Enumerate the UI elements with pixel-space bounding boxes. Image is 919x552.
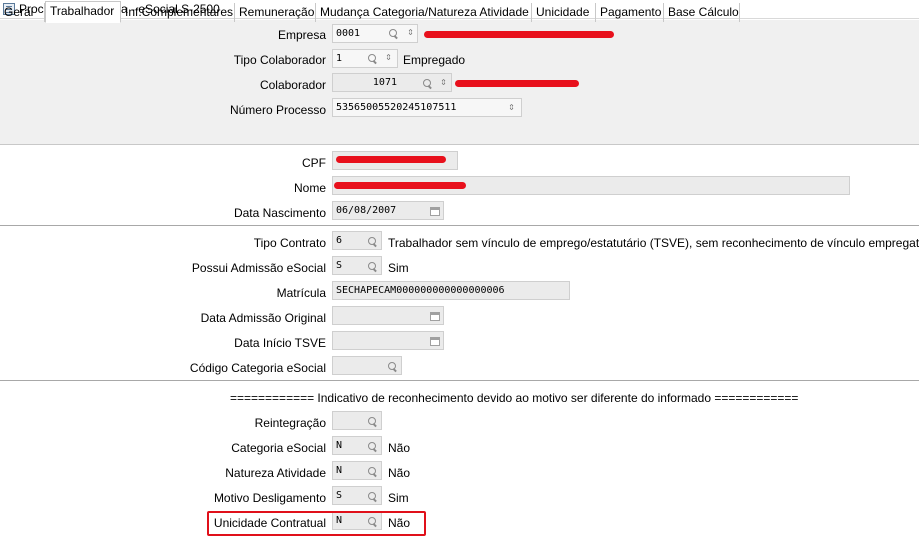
categoria-esocial-search-icon[interactable]	[368, 442, 377, 451]
natureza-atividade-search-icon[interactable]	[368, 467, 377, 476]
numero-processo-value: 53565005520245107511	[336, 102, 457, 113]
tab-trabalhador[interactable]: Trabalhador	[45, 1, 121, 23]
empresa-search-icon[interactable]	[389, 29, 398, 38]
tipo-colaborador-description: Empregado	[403, 53, 466, 67]
motivo-desligamento-description: Sim	[388, 491, 409, 505]
empresa-name-redaction	[424, 31, 614, 38]
data-admissao-original-field[interactable]	[332, 306, 444, 325]
categoria-esocial-description: Não	[388, 441, 411, 455]
codigo-categoria-label: Código Categoria eSocial	[189, 361, 326, 375]
numero-processo-dropdown-icon[interactable]: ⇕	[508, 103, 515, 112]
cpf-label: CPF	[302, 156, 326, 170]
tipo-contrato-search-icon[interactable]	[368, 237, 377, 246]
data-nascimento-calendar-icon[interactable]	[430, 207, 440, 216]
section-separator-2	[0, 380, 919, 381]
empresa-dropdown-icon[interactable]: ⇕	[407, 28, 414, 37]
categoria-esocial-value: N	[336, 440, 343, 451]
data-nascimento-label: Data Nascimento	[233, 206, 326, 220]
empresa-value: 0001	[336, 28, 361, 39]
numero-processo-label: Número Processo	[229, 103, 326, 117]
empresa-field[interactable]: 0001	[332, 24, 418, 43]
colaborador-label: Colaborador	[259, 78, 326, 92]
data-admissao-original-label: Data Admissão Original	[200, 311, 326, 325]
nome-redaction	[334, 182, 466, 189]
tab-bar	[0, 123, 919, 145]
tab-mudanca-categoria[interactable]: Mudança Categoria/Natureza Atividade	[316, 3, 532, 22]
matricula-field[interactable]: SECHAPECAM000000000000000006	[332, 281, 570, 300]
possui-admissao-description: Sim	[388, 261, 409, 275]
natureza-atividade-description: Não	[388, 466, 411, 480]
tab-geral[interactable]: Geral	[0, 3, 45, 22]
tab-inf-complementares[interactable]: Inf.Complementares	[121, 3, 235, 22]
colaborador-name-redaction	[455, 80, 579, 87]
colaborador-field[interactable]: 1071	[332, 73, 452, 92]
data-nascimento-field[interactable]: 06/08/2007	[332, 201, 444, 220]
tab-remuneracao[interactable]: Remuneração	[235, 3, 316, 22]
matricula-value: SECHAPECAM000000000000000006	[336, 285, 505, 296]
tipo-colaborador-search-icon[interactable]	[368, 54, 377, 63]
tipo-colaborador-value: 1	[336, 53, 343, 64]
tipo-contrato-label: Tipo Contrato	[253, 236, 326, 250]
tipo-colaborador-label: Tipo Colaborador	[233, 53, 326, 67]
tab-unicidade[interactable]: Unicidade	[532, 3, 596, 22]
tipo-contrato-description: Trabalhador sem vínculo de emprego/estat…	[388, 236, 919, 250]
possui-admissao-value: S	[336, 260, 343, 271]
tipo-contrato-value: 6	[336, 235, 343, 246]
possui-admissao-label: Possui Admissão eSocial	[191, 261, 326, 275]
unicidade-contratual-highlight-box	[207, 511, 426, 536]
reintegracao-label: Reintegração	[254, 416, 326, 430]
colaborador-value: 1071	[372, 77, 397, 88]
data-inicio-tsve-calendar-icon[interactable]	[430, 337, 440, 346]
data-nascimento-value: 06/08/2007	[336, 205, 397, 216]
indicativo-heading: ============ Indicativo de reconheciment…	[230, 391, 799, 405]
data-admissao-original-calendar-icon[interactable]	[430, 312, 440, 321]
data-inicio-tsve-label: Data Início TSVE	[234, 336, 326, 350]
numero-processo-field[interactable]: 53565005520245107511	[332, 98, 522, 117]
tab-pagamento[interactable]: Pagamento	[596, 3, 664, 22]
colaborador-search-icon[interactable]	[423, 79, 432, 88]
tab-base-calculo[interactable]: Base Cálculo	[664, 3, 740, 22]
motivo-desligamento-value: S	[336, 490, 343, 501]
natureza-atividade-value: N	[336, 465, 343, 476]
codigo-categoria-search-icon[interactable]	[388, 362, 397, 371]
tipo-colaborador-dropdown-icon[interactable]: ⇕	[385, 53, 392, 62]
possui-admissao-search-icon[interactable]	[368, 262, 377, 271]
motivo-desligamento-search-icon[interactable]	[368, 492, 377, 501]
nome-label: Nome	[293, 181, 326, 195]
data-inicio-tsve-field[interactable]	[332, 331, 444, 350]
matricula-label: Matrícula	[276, 286, 326, 300]
empresa-label: Empresa	[277, 28, 326, 42]
reintegracao-search-icon[interactable]	[368, 417, 377, 426]
natureza-atividade-label: Natureza Atividade	[225, 466, 326, 480]
cpf-redaction	[336, 156, 446, 163]
colaborador-dropdown-icon[interactable]: ⇕	[440, 78, 447, 87]
motivo-desligamento-label: Motivo Desligamento	[213, 491, 326, 505]
section-separator	[0, 225, 919, 226]
categoria-esocial-label: Categoria eSocial	[231, 441, 326, 455]
